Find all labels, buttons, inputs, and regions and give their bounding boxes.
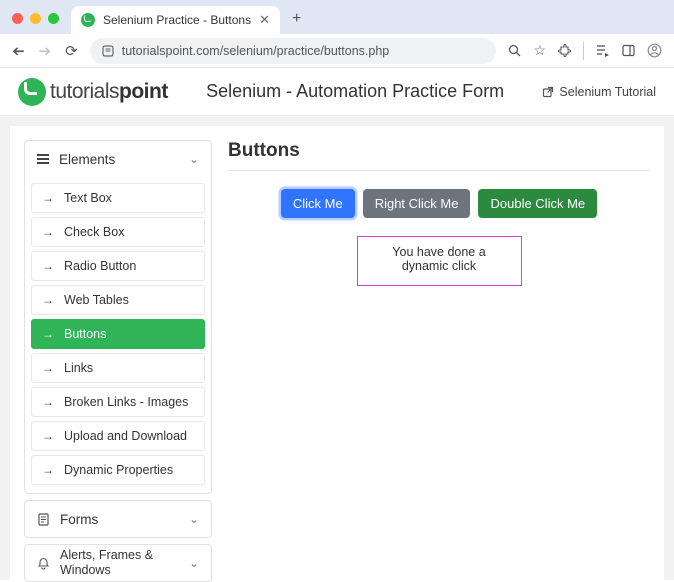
content-heading: Buttons [228, 140, 650, 162]
tab-title: Selenium Practice - Buttons [103, 13, 251, 27]
new-tab-button[interactable]: + [292, 10, 301, 28]
arrow-right-icon: → [42, 191, 54, 205]
window-maximize-icon[interactable] [48, 13, 59, 24]
toolbar-right: ☆ [508, 42, 662, 60]
arrow-right-icon: → [42, 463, 54, 477]
zoom-icon[interactable] [508, 44, 521, 57]
arrow-right-icon: → [42, 225, 54, 239]
chevron-down-icon: ⌄ [189, 556, 199, 570]
forward-icon[interactable]: ➔ [39, 42, 52, 60]
back-icon[interactable]: ➔ [12, 42, 25, 60]
sidebar-items-list: →Text Box →Check Box →Radio Button →Web … [25, 177, 211, 493]
logo-text: tutorialspoint [50, 80, 168, 104]
external-link-icon [542, 86, 554, 98]
sidebar-item-buttons[interactable]: →Buttons [31, 319, 205, 349]
right-click-me-button[interactable]: Right Click Me [363, 189, 471, 218]
sidebar-item-dynamic-properties[interactable]: →Dynamic Properties [31, 455, 205, 485]
double-click-me-button[interactable]: Double Click Me [478, 189, 597, 218]
separator [583, 42, 584, 60]
navigation-controls: ➔ ➔ ⟳ [12, 42, 78, 60]
sidebar-section-label: Forms [60, 512, 98, 527]
url-text: tutorialspoint.com/selenium/practice/but… [122, 44, 390, 58]
arrow-right-icon: → [42, 259, 54, 273]
main-content: Buttons Click Me Right Click Me Double C… [228, 140, 650, 580]
reload-icon[interactable]: ⟳ [65, 42, 78, 60]
playlist-icon[interactable] [596, 44, 610, 57]
logo[interactable]: tutorialspoint [18, 78, 168, 106]
sidebar: Elements ⌄ →Text Box →Check Box →Radio B… [24, 140, 212, 580]
bookmark-icon[interactable]: ☆ [533, 42, 546, 59]
sidepanel-icon[interactable] [622, 44, 635, 57]
page-title: Selenium - Automation Practice Form [168, 81, 543, 102]
window-close-icon[interactable] [12, 13, 23, 24]
tab-close-icon[interactable]: ✕ [259, 12, 270, 28]
forms-icon [37, 513, 50, 526]
sidebar-section-label: Alerts, Frames & Windows [60, 548, 179, 578]
sidebar-item-radio-button[interactable]: →Radio Button [31, 251, 205, 281]
sidebar-item-web-tables[interactable]: →Web Tables [31, 285, 205, 315]
sidebar-section-alerts: Alerts, Frames & Windows ⌄ [24, 544, 212, 582]
click-result-message: You have done a dynamic click [357, 236, 522, 286]
sidebar-section-elements: Elements ⌄ →Text Box →Check Box →Radio B… [24, 140, 212, 494]
extensions-icon[interactable] [558, 44, 571, 57]
selenium-tutorial-link[interactable]: Selenium Tutorial [542, 85, 656, 99]
site-info-icon[interactable] [102, 45, 114, 57]
sidebar-item-text-box[interactable]: →Text Box [31, 183, 205, 213]
arrow-right-icon: → [42, 293, 54, 307]
arrow-right-icon: → [42, 327, 54, 341]
browser-tab[interactable]: Selenium Practice - Buttons ✕ [71, 6, 280, 34]
sidebar-header-alerts[interactable]: Alerts, Frames & Windows ⌄ [25, 545, 211, 581]
arrow-right-icon: → [42, 395, 54, 409]
profile-icon[interactable] [647, 43, 662, 58]
favicon-icon [81, 13, 95, 27]
sidebar-item-links[interactable]: →Links [31, 353, 205, 383]
content-card: Elements ⌄ →Text Box →Check Box →Radio B… [10, 126, 664, 580]
logo-icon [18, 78, 46, 106]
url-bar[interactable]: tutorialspoint.com/selenium/practice/but… [90, 38, 497, 64]
sidebar-item-upload-download[interactable]: →Upload and Download [31, 421, 205, 451]
site-header: tutorialspoint Selenium - Automation Pra… [0, 68, 674, 116]
button-row: Click Me Right Click Me Double Click Me [228, 189, 650, 218]
browser-tab-strip: Selenium Practice - Buttons ✕ + [0, 0, 674, 34]
arrow-right-icon: → [42, 361, 54, 375]
sidebar-header-forms[interactable]: Forms ⌄ [25, 501, 211, 537]
menu-icon [37, 154, 49, 164]
chevron-down-icon: ⌄ [189, 512, 199, 526]
sidebar-section-forms: Forms ⌄ [24, 500, 212, 538]
chevron-down-icon: ⌄ [189, 152, 199, 166]
click-me-button[interactable]: Click Me [281, 189, 355, 218]
sidebar-item-broken-links[interactable]: →Broken Links - Images [31, 387, 205, 417]
page-body: Elements ⌄ →Text Box →Check Box →Radio B… [0, 116, 674, 580]
window-minimize-icon[interactable] [30, 13, 41, 24]
bell-icon [37, 557, 50, 570]
sidebar-item-check-box[interactable]: →Check Box [31, 217, 205, 247]
arrow-right-icon: → [42, 429, 54, 443]
divider [228, 170, 650, 171]
sidebar-header-elements[interactable]: Elements ⌄ [25, 141, 211, 177]
window-controls [12, 13, 59, 24]
browser-toolbar: ➔ ➔ ⟳ tutorialspoint.com/selenium/practi… [0, 34, 674, 68]
sidebar-section-label: Elements [59, 152, 115, 167]
